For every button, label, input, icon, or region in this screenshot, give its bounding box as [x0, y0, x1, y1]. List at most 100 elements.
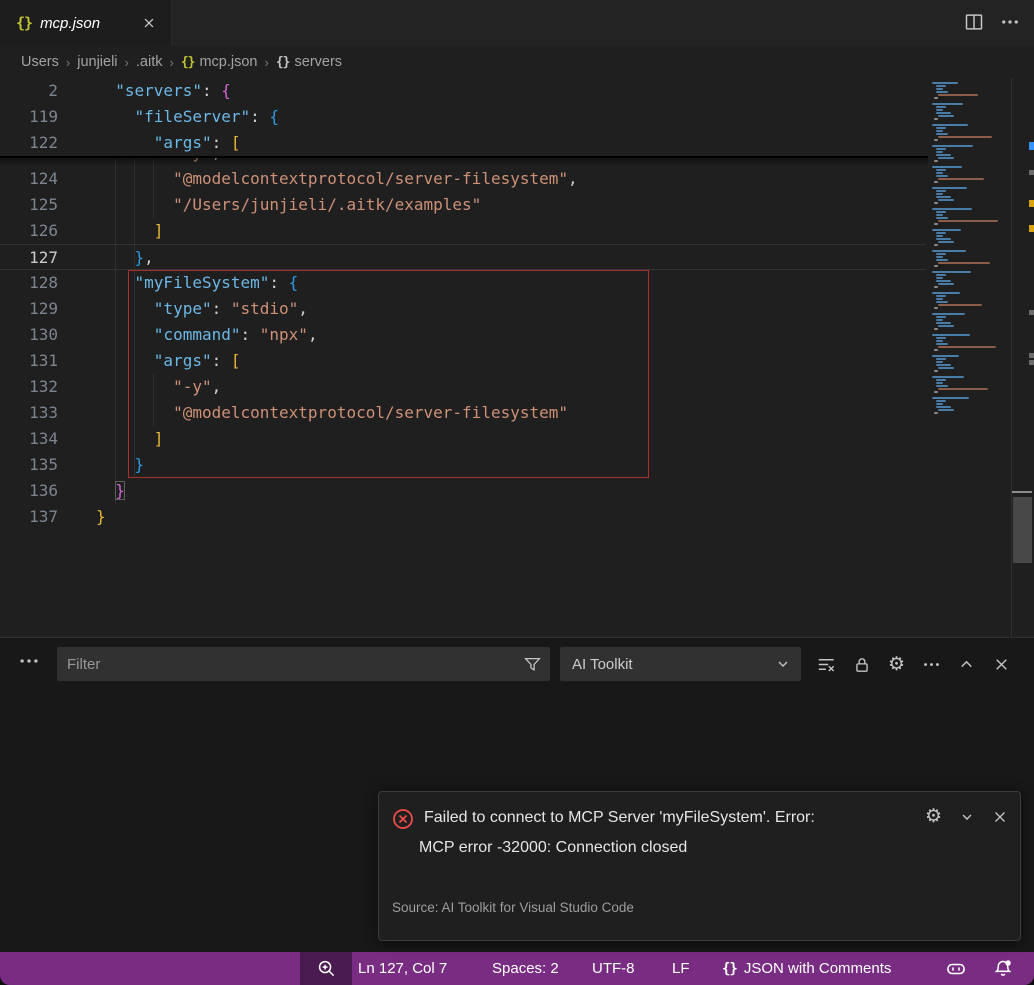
code-text[interactable]: "myFileSystem": { — [96, 270, 298, 296]
editor-scrollbar[interactable] — [1013, 497, 1032, 563]
minimap-line — [932, 376, 964, 378]
minimap-line — [932, 82, 958, 84]
code-line[interactable]: 128 "myFileSystem": { — [0, 270, 926, 296]
line-number[interactable]: 128 — [0, 270, 58, 296]
clear-output-icon[interactable] — [816, 654, 837, 675]
line-number[interactable]: 132 — [0, 374, 58, 400]
code-token: } — [96, 507, 106, 526]
minimap-line — [934, 286, 938, 288]
line-number[interactable]: 122 — [0, 130, 58, 156]
code-line[interactable]: 131 "args": [ — [0, 348, 926, 374]
breadcrumb-item-aitk[interactable]: .aitk — [136, 54, 163, 70]
chevron-down-icon — [775, 656, 791, 672]
code-text[interactable]: "args": [ — [96, 348, 241, 374]
code-text[interactable]: "command": "npx", — [96, 322, 318, 348]
breadcrumb-item-servers[interactable]: {} servers — [276, 54, 342, 70]
code-line[interactable]: 129 "type": "stdio", — [0, 296, 926, 322]
line-number[interactable]: 127 — [0, 245, 58, 271]
code-line[interactable]: 137} — [0, 504, 926, 530]
code-text[interactable]: "args": [ — [96, 130, 241, 156]
split-editor-icon[interactable] — [964, 12, 984, 32]
line-number[interactable]: 134 — [0, 426, 58, 452]
code-token — [96, 195, 173, 214]
filter-funnel-icon[interactable] — [524, 656, 541, 673]
line-number[interactable]: 2 — [0, 78, 58, 104]
maximize-panel-icon[interactable] — [956, 654, 977, 675]
settings-gear-icon[interactable]: ⚙ — [886, 654, 907, 675]
breadcrumb-item-junjieli[interactable]: junjieli — [77, 54, 117, 70]
breadcrumb-item-mcp-json[interactable]: {} mcp.json — [181, 54, 258, 70]
code-line[interactable]: 130 "command": "npx", — [0, 322, 926, 348]
code-text[interactable]: }, — [96, 245, 154, 271]
panel-more-icon[interactable] — [921, 654, 942, 675]
code-line[interactable]: 119 "fileServer": { — [0, 104, 926, 130]
code-text[interactable]: } — [96, 452, 144, 478]
code-text[interactable]: "@modelcontextprotocol/server-filesystem… — [96, 400, 568, 426]
line-number[interactable]: 125 — [0, 192, 58, 218]
notification-gear-icon[interactable]: ⚙ — [925, 807, 942, 826]
lock-icon[interactable] — [851, 654, 872, 675]
copilot-icon[interactable] — [944, 952, 968, 985]
code-text[interactable]: ] — [96, 218, 163, 244]
notification-bell-icon[interactable] — [992, 952, 1014, 985]
code-line[interactable]: 126 ] — [0, 218, 926, 244]
code-line[interactable]: 133 "@modelcontextprotocol/server-filesy… — [0, 400, 926, 426]
code-text[interactable]: } — [96, 504, 106, 530]
code-text[interactable]: ] — [96, 426, 163, 452]
code-line[interactable]: 135 } — [0, 452, 926, 478]
code-line[interactable]: 124 "@modelcontextprotocol/server-filesy… — [0, 166, 926, 192]
code-line[interactable]: 134 ] — [0, 426, 926, 452]
minimap-line — [936, 337, 946, 339]
zoom-indicator[interactable] — [300, 952, 352, 985]
json-braces-icon: {} — [181, 55, 195, 70]
notification-close-icon[interactable] — [992, 809, 1008, 825]
line-number[interactable]: 124 — [0, 166, 58, 192]
status-indentation[interactable]: Spaces: 2 — [492, 952, 559, 985]
close-panel-icon[interactable] — [991, 654, 1012, 675]
panel-more-actions-icon[interactable] — [18, 650, 40, 672]
tab-close-icon[interactable] — [139, 13, 159, 33]
editor-more-actions-icon[interactable] — [1000, 12, 1020, 32]
line-number[interactable]: 126 — [0, 218, 58, 244]
output-channel-select[interactable]: AI Toolkit — [560, 647, 801, 681]
code-line[interactable]: 122 "args": [ — [0, 130, 926, 156]
code-text[interactable]: } — [96, 478, 125, 504]
code-line[interactable]: 132 "-y", — [0, 374, 926, 400]
notification-collapse-icon[interactable] — [959, 809, 975, 825]
code-editor[interactable]: 123 "-y",124 "@modelcontextprotocol/serv… — [0, 78, 1034, 637]
line-number[interactable]: 133 — [0, 400, 58, 426]
status-eol[interactable]: LF — [672, 952, 690, 985]
status-encoding[interactable]: UTF-8 — [592, 952, 635, 985]
breadcrumb-separator: › — [265, 55, 269, 70]
line-number[interactable]: 130 — [0, 322, 58, 348]
code-text[interactable]: "-y", — [96, 374, 221, 400]
tab-title: mcp.json — [40, 15, 100, 32]
object-braces-icon: {} — [276, 55, 290, 70]
minimap[interactable] — [928, 78, 1012, 637]
code-text[interactable]: "type": "stdio", — [96, 296, 308, 322]
line-number[interactable]: 119 — [0, 104, 58, 130]
overview-marker — [1029, 170, 1034, 175]
line-number[interactable]: 129 — [0, 296, 58, 322]
code-text[interactable]: "fileServer": { — [96, 104, 279, 130]
code-token: } — [115, 481, 125, 500]
code-text[interactable]: "/Users/junjieli/.aitk/examples" — [96, 192, 481, 218]
code-line[interactable]: 2 "servers": { — [0, 78, 926, 104]
line-number[interactable]: 137 — [0, 504, 58, 530]
sticky-scroll[interactable]: 2 "servers": {119 "fileServer": {122 "ar… — [0, 78, 928, 156]
breadcrumb-item-users[interactable]: Users — [21, 54, 59, 70]
code-text[interactable]: "servers": { — [96, 78, 231, 104]
code-line[interactable]: 127 }, — [0, 244, 926, 270]
line-number[interactable]: 136 — [0, 478, 58, 504]
filter-input[interactable] — [57, 656, 524, 673]
minimap-line — [934, 202, 938, 204]
line-number[interactable]: 135 — [0, 452, 58, 478]
code-line[interactable]: 136 } — [0, 478, 926, 504]
line-number[interactable]: 131 — [0, 348, 58, 374]
status-language-mode[interactable]: {} JSON with Comments — [722, 952, 891, 985]
status-cursor-position[interactable]: Ln 127, Col 7 — [358, 952, 447, 985]
code-text[interactable]: "@modelcontextprotocol/server-filesystem… — [96, 166, 578, 192]
code-token: : — [250, 107, 269, 126]
code-line[interactable]: 125 "/Users/junjieli/.aitk/examples" — [0, 192, 926, 218]
tab-mcp-json[interactable]: {} mcp.json — [0, 0, 172, 46]
